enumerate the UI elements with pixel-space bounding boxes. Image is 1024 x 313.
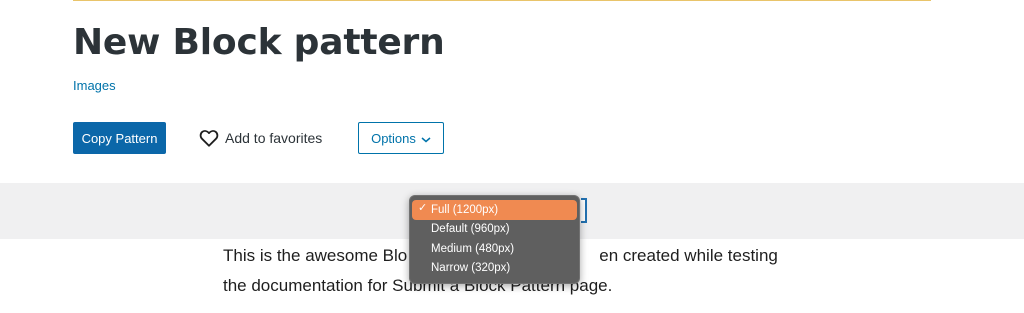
header-divider xyxy=(73,0,931,1)
width-select-dropdown: ✓ Full (1200px) Default (960px) Medium (… xyxy=(409,195,580,284)
copy-pattern-button[interactable]: Copy Pattern xyxy=(73,122,166,154)
options-label: Options xyxy=(371,130,416,146)
width-option-default[interactable]: Default (960px) xyxy=(412,220,577,240)
width-option-medium[interactable]: Medium (480px) xyxy=(412,239,577,259)
page-title: New Block pattern xyxy=(73,22,445,63)
width-option-narrow[interactable]: Narrow (320px) xyxy=(412,259,577,279)
add-to-favorites-button[interactable]: Add to favorites xyxy=(199,127,322,149)
heart-icon xyxy=(199,129,219,147)
category-link[interactable]: Images xyxy=(73,78,116,93)
options-button[interactable]: Options xyxy=(358,122,444,154)
chevron-down-icon xyxy=(421,131,431,146)
width-option-full[interactable]: ✓ Full (1200px) xyxy=(412,200,577,220)
favorite-label: Add to favorites xyxy=(225,130,323,146)
width-select[interactable] xyxy=(581,198,587,223)
checkmark-icon: ✓ xyxy=(418,202,428,214)
